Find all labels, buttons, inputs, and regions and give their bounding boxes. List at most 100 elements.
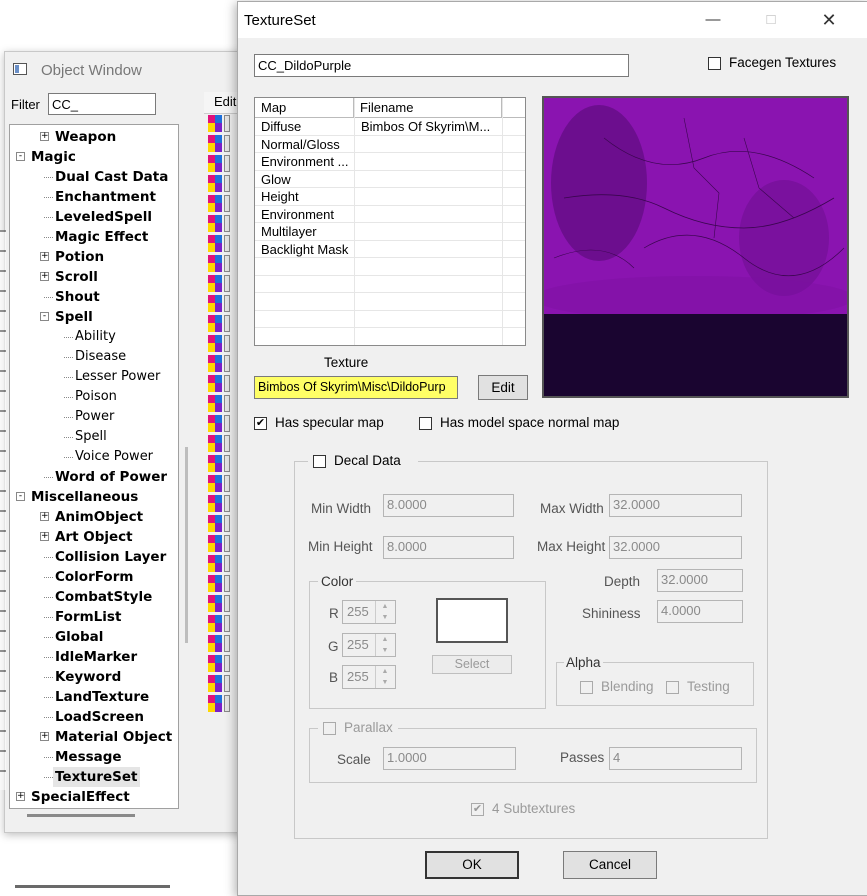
- g-spinner[interactable]: 255 ▲ ▼: [342, 633, 396, 657]
- editor-id-input[interactable]: CC_DildoPurple: [254, 54, 629, 77]
- tree-item[interactable]: TextureSet: [10, 767, 176, 787]
- cancel-button[interactable]: Cancel: [563, 851, 657, 879]
- tree-item[interactable]: Message: [10, 747, 176, 767]
- tree-item[interactable]: Lesser Power: [10, 367, 176, 387]
- r-spinner[interactable]: 255 ▲ ▼: [342, 600, 396, 624]
- tree-item[interactable]: + Potion: [10, 247, 176, 267]
- testing-checkbox[interactable]: [666, 681, 679, 694]
- tree-item[interactable]: Global: [10, 627, 176, 647]
- expand-icon[interactable]: +: [40, 132, 49, 141]
- tree-item[interactable]: Ability: [10, 327, 176, 347]
- map-row[interactable]: [255, 258, 525, 276]
- tree-item[interactable]: + SpecialEffect: [10, 787, 176, 807]
- collapse-icon[interactable]: -: [16, 492, 25, 501]
- tree-item[interactable]: Disease: [10, 347, 176, 367]
- window-horizontal-scrollbar[interactable]: [15, 885, 170, 888]
- model-space-checkbox[interactable]: [419, 417, 432, 430]
- map-row[interactable]: Height: [255, 188, 525, 206]
- map-row[interactable]: Multilayer: [255, 223, 525, 241]
- spin-down-icon[interactable]: ▼: [375, 677, 394, 688]
- map-row[interactable]: Diffuse Bimbos Of Skyrim\M...: [255, 118, 525, 136]
- expand-icon[interactable]: +: [16, 792, 25, 801]
- tree-item[interactable]: + Scroll: [10, 267, 176, 287]
- subtextures-checkbox[interactable]: ✔: [471, 803, 484, 816]
- filter-input[interactable]: CC_: [48, 93, 156, 115]
- spin-down-icon[interactable]: ▼: [375, 645, 394, 656]
- scale-input[interactable]: 1.0000: [383, 747, 516, 770]
- min-height-input[interactable]: 8.0000: [383, 536, 514, 559]
- map-row[interactable]: [255, 328, 525, 345]
- texture-path-input[interactable]: Bimbos Of Skyrim\Misc\DildoPurp: [254, 376, 458, 399]
- map-row[interactable]: Environment ...: [255, 153, 525, 171]
- map-row[interactable]: [255, 276, 525, 293]
- tree-item[interactable]: Magic Effect: [10, 227, 176, 247]
- tree-item[interactable]: Enchantment: [10, 187, 176, 207]
- max-height-input[interactable]: 32.0000: [609, 536, 742, 559]
- edit-texture-button[interactable]: Edit: [478, 375, 528, 400]
- collapse-icon[interactable]: -: [16, 152, 25, 161]
- tree-item[interactable]: + AnimObject: [10, 507, 176, 527]
- tree-item[interactable]: ColorForm: [10, 567, 176, 587]
- spin-up-icon[interactable]: ▲: [375, 601, 394, 612]
- object-tree[interactable]: + Weapon - Magic Dual Cast Data Enchantment Le…: [9, 124, 179, 809]
- tree-item[interactable]: CombatStyle: [10, 587, 176, 607]
- facegen-checkbox[interactable]: [708, 57, 721, 70]
- tree-item[interactable]: Dual Cast Data: [10, 167, 176, 187]
- max-width-input[interactable]: 32.0000: [609, 494, 742, 517]
- expand-icon[interactable]: +: [40, 272, 49, 281]
- spin-down-icon[interactable]: ▼: [375, 612, 394, 623]
- close-icon[interactable]: ✕: [806, 4, 852, 36]
- collapse-icon[interactable]: -: [40, 312, 49, 321]
- min-width-input[interactable]: 8.0000: [383, 494, 514, 517]
- select-color-button[interactable]: Select: [432, 655, 512, 674]
- expand-icon[interactable]: +: [40, 532, 49, 541]
- b-spinner[interactable]: 255 ▲ ▼: [342, 665, 396, 689]
- decal-checkbox[interactable]: [313, 455, 326, 468]
- has-specular-checkbox[interactable]: ✔: [254, 417, 267, 430]
- map-row[interactable]: Glow: [255, 171, 525, 188]
- map-row[interactable]: [255, 293, 525, 311]
- tree-item[interactable]: - Spell: [10, 307, 176, 327]
- tree-scrollbar[interactable]: [185, 447, 188, 643]
- tree-item[interactable]: + Material Object: [10, 727, 176, 747]
- tree-item[interactable]: Keyword: [10, 667, 176, 687]
- tree-item[interactable]: LoadScreen: [10, 707, 176, 727]
- map-row[interactable]: Environment: [255, 206, 525, 223]
- shininess-input[interactable]: 4.0000: [657, 600, 743, 623]
- parallax-checkbox[interactable]: [323, 722, 336, 735]
- tree-horizontal-scrollbar[interactable]: [27, 814, 135, 817]
- tree-item[interactable]: Shout: [10, 287, 176, 307]
- tree-item[interactable]: Collision Layer: [10, 547, 176, 567]
- tree-item[interactable]: Poison: [10, 387, 176, 407]
- map-row[interactable]: Normal/Gloss: [255, 136, 525, 153]
- tree-item[interactable]: Power: [10, 407, 176, 427]
- tree-item[interactable]: + Art Object: [10, 527, 176, 547]
- tree-item[interactable]: LandTexture: [10, 687, 176, 707]
- dialog-titlebar[interactable]: TextureSet — □ ✕: [238, 2, 867, 38]
- blending-checkbox[interactable]: [580, 681, 593, 694]
- spin-up-icon[interactable]: ▲: [375, 634, 394, 645]
- tree-item[interactable]: Spell: [10, 427, 176, 447]
- tree-item[interactable]: - Magic: [10, 147, 176, 167]
- color-swatch[interactable]: [436, 598, 508, 643]
- expand-icon[interactable]: +: [40, 512, 49, 521]
- tree-item[interactable]: LeveledSpell: [10, 207, 176, 227]
- tree-item[interactable]: Voice Power: [10, 447, 176, 467]
- expand-icon[interactable]: +: [40, 732, 49, 741]
- expand-icon[interactable]: +: [40, 252, 49, 261]
- tree-item[interactable]: IdleMarker: [10, 647, 176, 667]
- tree-item[interactable]: Word of Power: [10, 467, 176, 487]
- ok-button[interactable]: OK: [425, 851, 519, 879]
- map-row[interactable]: Backlight Mask: [255, 241, 525, 258]
- filename-column-header[interactable]: Filename: [354, 98, 502, 118]
- tree-item[interactable]: + Weapon: [10, 127, 176, 147]
- spin-up-icon[interactable]: ▲: [375, 666, 394, 677]
- tree-item[interactable]: FormList: [10, 607, 176, 627]
- map-column-header[interactable]: Map: [255, 98, 354, 118]
- depth-input[interactable]: 32.0000: [657, 569, 743, 592]
- record-type-icon: [208, 374, 238, 394]
- minimize-icon[interactable]: —: [690, 4, 736, 36]
- tree-item[interactable]: - Miscellaneous: [10, 487, 176, 507]
- passes-input[interactable]: 4: [609, 747, 742, 770]
- map-row[interactable]: [255, 311, 525, 328]
